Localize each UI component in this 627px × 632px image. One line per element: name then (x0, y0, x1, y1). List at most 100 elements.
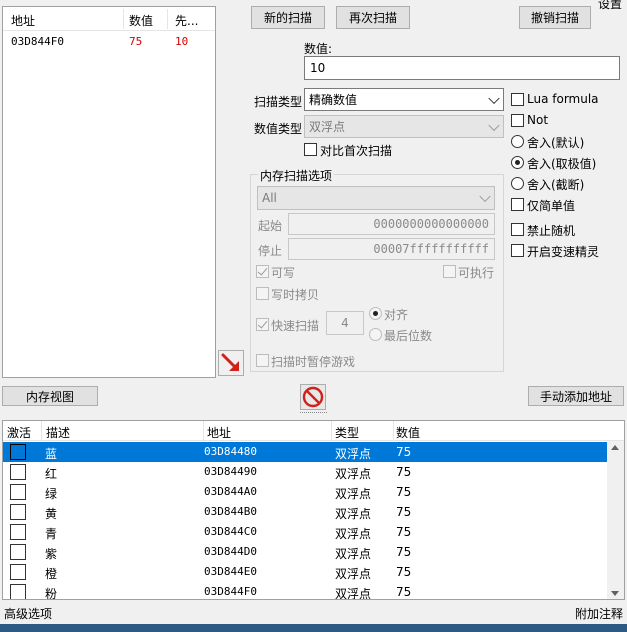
round-default-radio[interactable] (511, 135, 524, 148)
round-truncate-radio[interactable] (511, 177, 524, 190)
row-description: 紫 (45, 547, 58, 561)
row-description: 青 (45, 527, 58, 541)
col-value[interactable]: 数值 (396, 424, 420, 441)
pause-game-label: 扫描时暂停游戏 (271, 355, 356, 369)
add-address-manually-button[interactable]: 手动添加地址 (528, 386, 624, 406)
col-address[interactable]: 地址 (207, 424, 231, 441)
active-checkbox[interactable] (10, 444, 26, 460)
row-address: 03D844F0 (204, 585, 257, 598)
active-checkbox[interactable] (10, 524, 26, 540)
no-entry-icon (302, 386, 324, 408)
memory-view-button[interactable]: 内存视图 (2, 386, 98, 406)
active-checkbox[interactable] (10, 544, 26, 560)
row-value: 75 (396, 465, 412, 479)
alignment-radio[interactable] (369, 307, 382, 320)
not-label: Not (527, 113, 549, 127)
writable-checkbox[interactable] (256, 265, 269, 278)
row-type: 双浮点 (335, 547, 372, 561)
last-digits-radio[interactable] (369, 328, 382, 341)
row-type: 双浮点 (335, 507, 372, 521)
row-address: 03D84490 (204, 465, 257, 478)
table-row[interactable]: 蓝 03D84480 双浮点 75 (3, 442, 607, 462)
table-row[interactable]: 橙 03D844E0 双浮点 75 (3, 562, 607, 582)
table-row[interactable]: 红 03D84490 双浮点 75 (3, 462, 607, 482)
row-type: 双浮点 (335, 527, 372, 541)
start-label: 起始 (258, 219, 283, 233)
scroll-up-icon[interactable] (611, 445, 619, 450)
row-description: 粉 (45, 587, 58, 600)
executable-checkbox[interactable] (443, 265, 456, 278)
simple-value-label: 仅简单值 (527, 199, 576, 213)
no-random-checkbox[interactable] (511, 223, 524, 236)
pause-game-checkbox[interactable] (256, 354, 269, 367)
chevron-down-icon (488, 119, 500, 131)
active-checkbox[interactable] (10, 504, 26, 520)
row-address: 03D84480 (204, 445, 257, 458)
stop-address-input[interactable]: 00007fffffffffff (288, 238, 495, 260)
start-address-input[interactable]: 0000000000000000 (288, 213, 495, 235)
fast-scan-alignment-input[interactable]: 4 (326, 311, 364, 335)
found-row[interactable]: 03D844F0 75 10 (3, 33, 215, 51)
row-address: 03D844C0 (204, 525, 257, 538)
scan-type-label: 扫描类型 (254, 95, 303, 109)
splitter-grip[interactable] (300, 412, 327, 415)
table-row[interactable]: 黄 03D844B0 双浮点 75 (3, 502, 607, 522)
add-to-list-button[interactable] (218, 350, 244, 376)
speedhack-label: 开启变速精灵 (527, 245, 600, 259)
col-value[interactable]: 数值 (129, 12, 153, 29)
executable-label: 可执行 (458, 266, 495, 280)
row-description: 绿 (45, 487, 58, 501)
compare-first-label: 对比首次扫描 (320, 144, 393, 158)
memory-region-value: All (262, 191, 277, 205)
col-previous[interactable]: 先... (175, 12, 198, 29)
active-checkbox[interactable] (10, 564, 26, 580)
simple-value-checkbox[interactable] (511, 198, 524, 211)
table-row[interactable]: 青 03D844C0 双浮点 75 (3, 522, 607, 542)
col-active[interactable]: 激活 (7, 424, 31, 441)
settings-label[interactable]: 设置 (598, 0, 622, 12)
row-address: 03D844B0 (204, 505, 257, 518)
not-checkbox[interactable] (511, 114, 524, 127)
new-scan-button[interactable]: 新的扫描 (251, 6, 325, 29)
row-value: 75 (396, 545, 412, 559)
row-address: 03D844E0 (204, 565, 257, 578)
scroll-down-icon[interactable] (611, 591, 619, 596)
table-row[interactable]: 粉 03D844F0 双浮点 75 (3, 582, 607, 600)
scan-type-value: 精确数值 (309, 93, 358, 107)
next-scan-button[interactable]: 再次扫描 (336, 6, 410, 29)
active-checkbox[interactable] (10, 464, 26, 480)
cheat-table-scrollbar[interactable] (607, 441, 624, 599)
value-type-select[interactable]: 双浮点 (304, 115, 504, 138)
undo-scan-button[interactable]: 撤销扫描 (519, 6, 591, 29)
speedhack-checkbox[interactable] (511, 244, 524, 257)
advanced-options-link[interactable]: 高级选项 (4, 605, 52, 622)
copy-on-write-checkbox[interactable] (256, 287, 269, 300)
table-row[interactable]: 绿 03D844A0 双浮点 75 (3, 482, 607, 502)
active-checkbox[interactable] (10, 584, 26, 599)
found-address-list[interactable]: 地址 数值 先... 03D844F0 75 10 (2, 6, 216, 378)
row-value: 75 (396, 485, 412, 499)
cheat-table[interactable]: 激活 描述 地址 类型 数值 蓝 03D84480 双浮点 75 红 03D84490 双浮… (2, 420, 625, 600)
row-description: 红 (45, 467, 58, 481)
value-input[interactable]: 10 (304, 56, 620, 80)
status-bar: 高级选项 附加注释 (0, 602, 627, 624)
row-value: 75 (396, 525, 412, 539)
stop-label: 停止 (258, 244, 283, 258)
table-row[interactable]: 紫 03D844D0 双浮点 75 (3, 542, 607, 562)
row-description: 橙 (45, 567, 58, 581)
active-checkbox[interactable] (10, 484, 26, 500)
col-type[interactable]: 类型 (335, 424, 359, 441)
table-extras-link[interactable]: 附加注释 (575, 605, 623, 622)
fast-scan-checkbox[interactable] (256, 318, 269, 331)
chevron-down-icon (479, 190, 491, 203)
col-description[interactable]: 描述 (46, 424, 70, 441)
col-address[interactable]: 地址 (11, 12, 35, 29)
memory-region-select[interactable]: All (257, 186, 495, 210)
round-extreme-radio[interactable] (511, 156, 524, 169)
stop-button[interactable] (300, 384, 326, 410)
compare-first-checkbox[interactable] (304, 143, 317, 156)
lua-formula-checkbox[interactable] (511, 93, 524, 106)
last-digits-label: 最后位数 (384, 329, 433, 343)
scan-type-select[interactable]: 精确数值 (304, 88, 504, 111)
writable-label: 可写 (271, 266, 296, 280)
